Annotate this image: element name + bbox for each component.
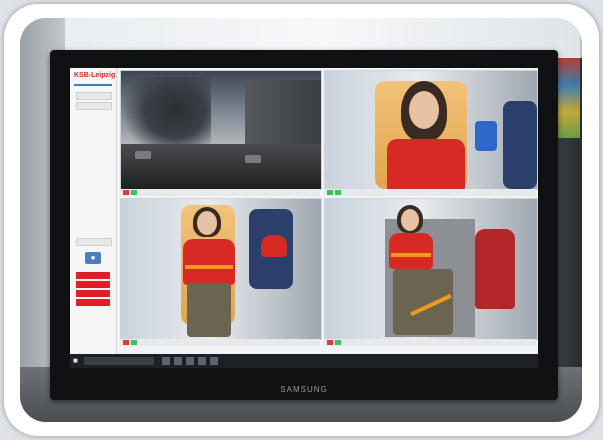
monitor-brand-logo: SAMSUNG (280, 385, 328, 394)
photo: KSB-Leipzig ● ■ SAMSUNG (20, 18, 582, 422)
medic (503, 101, 537, 189)
camera-feed-cabin-left[interactable] (120, 198, 322, 340)
alert-bar[interactable] (76, 281, 110, 288)
patient-face (409, 91, 439, 129)
road (121, 144, 321, 189)
sidebar-button[interactable] (76, 92, 112, 100)
status-dot-red (123, 340, 129, 345)
taskbar: ■ (70, 354, 538, 368)
app-logo: KSB-Leipzig (74, 72, 116, 79)
status-dot-green (335, 340, 341, 345)
medic-glove (475, 121, 497, 151)
sidebar-button[interactable] (76, 238, 112, 246)
camera-feed-patient[interactable] (324, 70, 538, 190)
taskbar-app-icon[interactable] (198, 357, 206, 365)
alert-bar[interactable] (76, 272, 110, 279)
patient-body (387, 139, 465, 189)
taskbar-app-icon[interactable] (186, 357, 194, 365)
car (245, 155, 261, 163)
camera-feed-cabin-right[interactable] (324, 198, 538, 340)
status-dot-red (123, 190, 129, 195)
patient-face (197, 211, 217, 235)
patient-body (389, 233, 433, 269)
taskbar-app-icon[interactable] (162, 357, 170, 365)
feed-status-bar (120, 189, 320, 196)
patient-body (183, 239, 235, 285)
shelf-binders (558, 58, 580, 138)
feed-status-bar (120, 339, 320, 346)
app-sidebar: KSB-Leipzig ● (70, 68, 117, 354)
status-dot-green (131, 190, 137, 195)
sidebar-button[interactable] (76, 102, 112, 110)
status-dot-red (327, 340, 333, 345)
status-dot-green (131, 340, 137, 345)
camera-feed-front[interactable] (120, 70, 322, 190)
patient-face (401, 209, 419, 231)
taskbar-search[interactable] (84, 357, 154, 365)
taskbar-app-icon[interactable] (210, 357, 218, 365)
photo-frame: KSB-Leipzig ● ■ SAMSUNG (4, 4, 599, 436)
camera-icon[interactable]: ● (85, 252, 101, 264)
medic-uniform (261, 235, 287, 257)
alert-bar[interactable] (76, 290, 110, 297)
blanket (393, 269, 453, 335)
safety-strap (185, 265, 233, 269)
alert-bar[interactable] (76, 299, 110, 306)
car (135, 151, 151, 159)
safety-strap (391, 253, 431, 257)
logo-underline (74, 84, 112, 86)
status-dot-green (327, 190, 333, 195)
blanket (187, 283, 231, 337)
status-dot-green (335, 190, 341, 195)
cabinet-red (475, 229, 515, 309)
monitor-screen: KSB-Leipzig ● ■ (70, 68, 538, 368)
taskbar-app-icon[interactable] (174, 357, 182, 365)
windows-start-icon[interactable]: ■ (73, 357, 81, 365)
monitor: KSB-Leipzig ● ■ SAMSUNG (50, 50, 558, 400)
feed-status-bar (324, 189, 536, 196)
feed-status-bar (324, 339, 536, 346)
